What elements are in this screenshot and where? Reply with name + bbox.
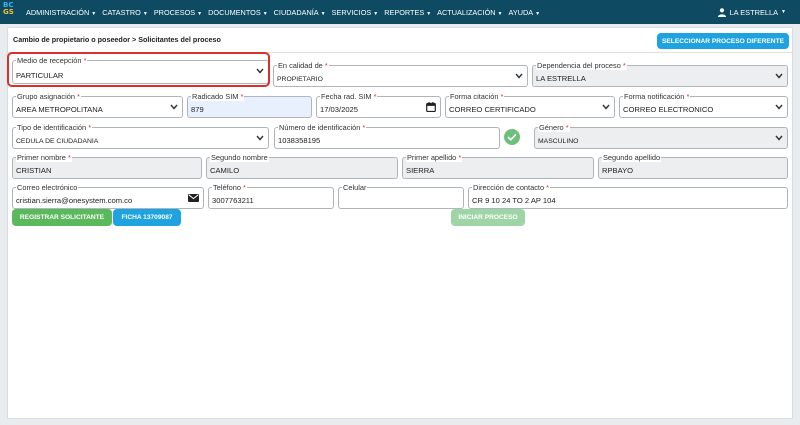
user-menu[interactable]: LA ESTRELLA ▼	[717, 0, 786, 24]
menu-documentos[interactable]: DOCUMENTOS ▼	[208, 8, 268, 17]
app-logo[interactable]: BC GS	[3, 2, 19, 22]
menu-actualizacion[interactable]: ACTUALIZACIÓN ▼	[437, 8, 502, 17]
chevron-down-icon	[775, 135, 783, 141]
menu-ayuda[interactable]: AYUDA ▼	[509, 8, 541, 17]
numero-identificacion-input[interactable]: Número de identificación * 1038358195	[274, 123, 500, 149]
envelope-icon	[188, 194, 199, 202]
select-process-button[interactable]: SELECCIONAR PROCESO DIFERENTE	[657, 33, 789, 49]
menu-catastro[interactable]: CATASTRO ▼	[102, 8, 148, 17]
main-menu: ADMINISTRACIÓN ▼ CATASTRO ▼ PROCESOS ▼ DOCU…	[26, 0, 546, 24]
chevron-down-icon	[515, 73, 523, 79]
grupo-asignacion-select[interactable]: Grupo asignación * AREA METROPOLITANA	[12, 92, 183, 118]
radicado-sim-input[interactable]: Radicado SIM * 879	[187, 92, 312, 118]
direccion-input[interactable]: Dirección de contacto * CR 9 10 24 TO 2 …	[468, 183, 788, 209]
logo-line-2: GS	[3, 8, 14, 16]
check-icon	[504, 129, 520, 145]
highlight-box	[7, 52, 270, 87]
forma-notificacion-select[interactable]: Forma notificación * CORREO ELECTRONICO	[619, 92, 788, 118]
iniciar-proceso-button[interactable]: INICIAR PROCESO	[451, 209, 525, 226]
menu-procesos[interactable]: PROCESOS ▼	[154, 8, 202, 17]
menu-administracion[interactable]: ADMINISTRACIÓN ▼	[26, 8, 96, 17]
breadcrumb: Cambio de propietario o poseedor > Solic…	[13, 35, 221, 44]
primer-nombre-input[interactable]: Primer nombre * CRISTIAN	[12, 153, 202, 179]
forma-citacion-select[interactable]: Forma citación * CORREO CERTIFICADO	[445, 92, 615, 118]
correo-input[interactable]: Correo electrónico cristian.sierra@onesy…	[12, 183, 204, 209]
genero-select[interactable]: Género * MASCULINO	[534, 123, 788, 149]
calidad-select[interactable]: En calidad de * PROPIETARIO	[273, 61, 528, 87]
primer-apellido-input[interactable]: Primer apellido * SIERRA	[402, 153, 594, 179]
telefono-input[interactable]: Teléfono * 3007763211	[208, 183, 334, 209]
dependencia-select[interactable]: Dependencia del proceso * LA ESTRELLA	[532, 61, 788, 87]
segundo-nombre-input[interactable]: Segundo nombre CAMILO	[206, 153, 398, 179]
menu-ciudadania[interactable]: CIUDADANÍA ▼	[274, 8, 326, 17]
ficha-button[interactable]: FICHA 13709087	[113, 209, 181, 226]
tipo-identificacion-select[interactable]: Tipo de identificación * CEDULA DE CIUDA…	[12, 123, 269, 149]
chevron-down-icon	[256, 135, 264, 141]
chevron-down-icon	[602, 104, 610, 110]
chevron-down-icon	[170, 104, 178, 110]
user-icon	[717, 7, 726, 17]
registrar-solicitante-button[interactable]: REGISTRAR SOLICITANTE	[12, 209, 112, 226]
fecha-rad-input[interactable]: Fecha rad. SIM * 17/03/2025	[316, 92, 441, 118]
chevron-down-icon	[775, 73, 783, 79]
calendar-icon[interactable]	[426, 102, 436, 112]
segundo-apellido-input[interactable]: Segundo apellido RPBAYO	[598, 153, 788, 179]
user-name: LA ESTRELLA	[729, 7, 779, 17]
menu-servicios[interactable]: SERVICIOS ▼	[332, 8, 379, 17]
top-navbar: BC GS ADMINISTRACIÓN ▼ CATASTRO ▼ PROCESOS…	[0, 0, 800, 24]
celular-input[interactable]: Celular	[338, 183, 464, 209]
menu-reportes[interactable]: REPORTES ▼	[384, 8, 431, 17]
chevron-down-icon	[775, 104, 783, 110]
